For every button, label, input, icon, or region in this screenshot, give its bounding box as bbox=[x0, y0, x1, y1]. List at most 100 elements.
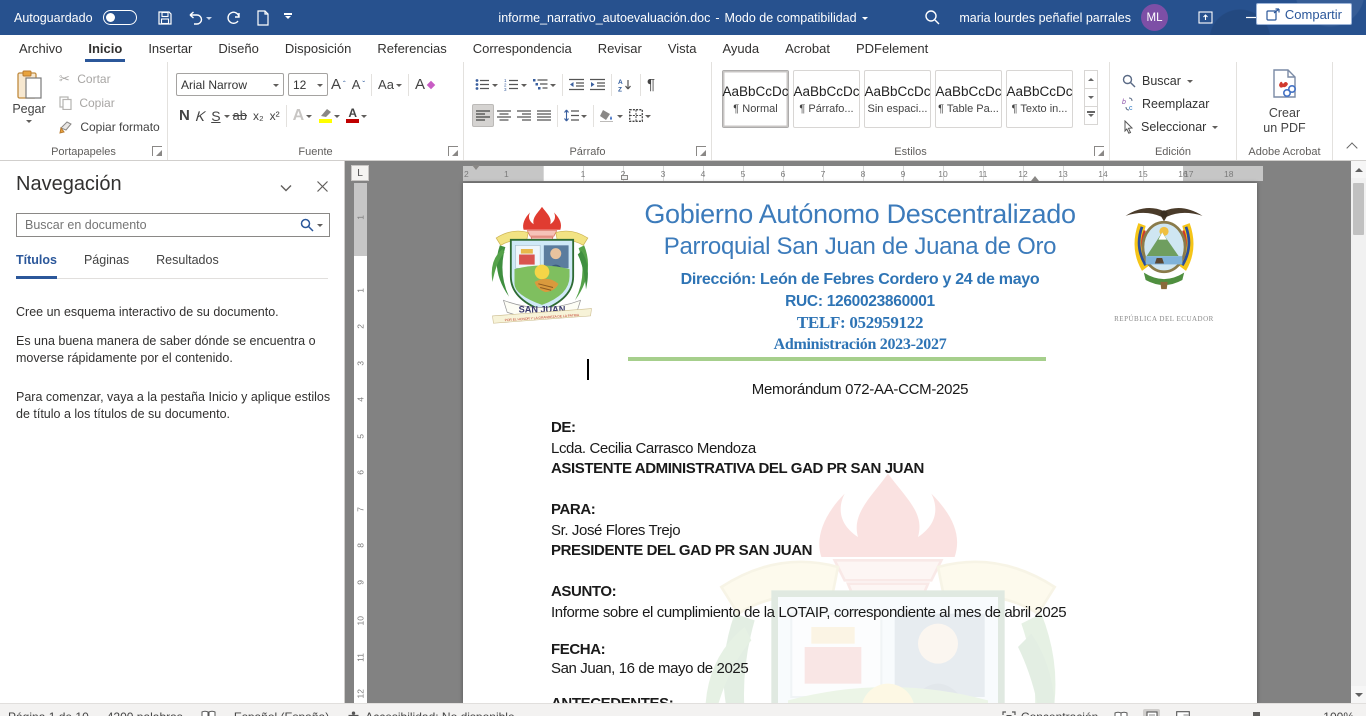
horizontal-ruler[interactable]: 21 12345678910111213141516 1718 bbox=[463, 166, 1263, 181]
print-layout-button[interactable] bbox=[1143, 709, 1160, 716]
style-card[interactable]: AaBbCcDc ¶ Texto in... bbox=[1006, 70, 1073, 128]
style-card[interactable]: AaBbCcDc Sin espaci... bbox=[864, 70, 931, 128]
ribbon-tab[interactable]: Vista bbox=[655, 35, 710, 62]
paragraph-dialog-launcher[interactable] bbox=[696, 146, 706, 156]
style-card[interactable]: AaBbCcDc ¶ Table Pa... bbox=[935, 70, 1002, 128]
save-button[interactable] bbox=[157, 10, 173, 26]
create-pdf-button[interactable]: Crear un PDF bbox=[1237, 69, 1332, 136]
sort-button[interactable]: AZ bbox=[615, 73, 637, 96]
increase-indent-button[interactable] bbox=[587, 73, 608, 96]
ribbon-tab[interactable]: Disposición bbox=[272, 35, 364, 62]
navigation-options-button[interactable] bbox=[280, 179, 292, 197]
ribbon-tab[interactable]: Inicio bbox=[75, 35, 135, 62]
borders-button[interactable] bbox=[626, 104, 654, 127]
align-right-button[interactable] bbox=[514, 104, 534, 127]
zoom-slider-thumb[interactable] bbox=[1253, 712, 1260, 716]
paste-button[interactable]: Pegar bbox=[8, 70, 50, 140]
shrink-font-button[interactable]: Aˇ bbox=[349, 73, 368, 96]
styles-dialog-launcher[interactable] bbox=[1094, 146, 1104, 156]
vertical-ruler[interactable]: 1 123456789101112 bbox=[354, 183, 367, 703]
replace-button[interactable]: bc Reemplazar bbox=[1122, 94, 1209, 114]
search-input[interactable] bbox=[17, 218, 300, 232]
undo-dropdown-icon[interactable] bbox=[206, 17, 212, 23]
ribbon-tab[interactable]: Diseño bbox=[205, 35, 271, 62]
tab-stop-marker[interactable] bbox=[621, 175, 628, 180]
paste-dropdown-icon[interactable] bbox=[26, 120, 32, 126]
ribbon-tab[interactable]: Acrobat bbox=[772, 35, 843, 62]
style-card[interactable]: AaBbCcDc ¶ Párrafo... bbox=[793, 70, 860, 128]
select-button[interactable]: Seleccionar bbox=[1122, 117, 1218, 137]
styles-scroll-down-button[interactable] bbox=[1084, 88, 1098, 107]
language-indicator[interactable]: Español (España) bbox=[234, 710, 329, 716]
font-color-button[interactable]: A bbox=[343, 104, 370, 127]
multilevel-list-button[interactable] bbox=[530, 73, 559, 96]
ribbon-tab[interactable]: Insertar bbox=[135, 35, 205, 62]
avatar[interactable]: ML bbox=[1141, 4, 1168, 31]
share-button[interactable]: Compartir bbox=[1256, 3, 1352, 25]
collapse-ribbon-button[interactable] bbox=[1346, 142, 1357, 153]
zoom-slider[interactable] bbox=[1205, 709, 1309, 716]
styles-gallery-more-button[interactable] bbox=[1084, 106, 1098, 125]
navigation-close-button[interactable] bbox=[317, 179, 328, 197]
nav-search-icon[interactable] bbox=[300, 218, 314, 232]
accessibility-indicator[interactable]: Accesibilidad: No disponible bbox=[347, 710, 514, 716]
copy-button[interactable]: Copiar bbox=[56, 93, 163, 113]
font-dialog-launcher[interactable] bbox=[448, 146, 458, 156]
word-count[interactable]: 4200 palabras bbox=[107, 710, 183, 716]
align-left-button[interactable] bbox=[472, 104, 494, 127]
tab-stop-selector[interactable]: L bbox=[351, 165, 369, 181]
customize-quick-access-button[interactable] bbox=[284, 13, 292, 21]
numbering-button[interactable]: 123 bbox=[501, 73, 530, 96]
clear-formatting-button[interactable]: A bbox=[412, 73, 437, 96]
zoom-level[interactable]: 100% bbox=[1323, 710, 1354, 716]
navigation-tab[interactable]: Resultados bbox=[156, 253, 219, 278]
underline-button[interactable]: S bbox=[208, 104, 223, 127]
bold-button[interactable]: N bbox=[176, 104, 193, 127]
touch-mode-button[interactable] bbox=[256, 10, 270, 26]
first-line-indent-marker[interactable] bbox=[472, 165, 480, 174]
navigation-tab[interactable]: Páginas bbox=[84, 253, 129, 278]
superscript-button[interactable]: x² bbox=[267, 104, 283, 127]
autosave-toggle[interactable] bbox=[103, 10, 137, 25]
ribbon-tab[interactable]: Ayuda bbox=[709, 35, 772, 62]
format-painter-button[interactable]: Copiar formato bbox=[56, 117, 163, 137]
text-effects-button[interactable]: A bbox=[290, 104, 316, 127]
bullets-button[interactable] bbox=[472, 73, 501, 96]
find-button[interactable]: Buscar bbox=[1122, 71, 1193, 91]
subscript-button[interactable]: x₂ bbox=[250, 104, 267, 127]
highlight-button[interactable] bbox=[315, 104, 343, 127]
decrease-indent-button[interactable] bbox=[566, 73, 587, 96]
clipboard-dialog-launcher[interactable] bbox=[152, 146, 162, 156]
navigation-tab[interactable]: Títulos bbox=[16, 253, 57, 278]
strikethrough-button[interactable]: ab bbox=[230, 104, 250, 127]
ribbon-tab[interactable]: Revisar bbox=[585, 35, 655, 62]
shading-button[interactable] bbox=[597, 104, 626, 127]
ribbon-tab[interactable]: PDFelement bbox=[843, 35, 941, 62]
style-card[interactable]: AaBbCcDc ¶ Normal bbox=[722, 70, 789, 128]
grow-font-button[interactable]: Aˆ bbox=[328, 73, 349, 96]
page-indicator[interactable]: Página 1 de 10 bbox=[8, 710, 89, 716]
ribbon-tab[interactable]: Archivo bbox=[6, 35, 75, 62]
underline-dropdown-icon[interactable] bbox=[224, 115, 230, 121]
navigation-search-box[interactable] bbox=[16, 213, 330, 237]
focus-mode-button[interactable]: Concentración bbox=[1002, 710, 1098, 716]
scroll-down-button[interactable] bbox=[1351, 686, 1366, 703]
vertical-scrollbar[interactable] bbox=[1351, 161, 1366, 703]
ribbon-tab[interactable]: Referencias bbox=[364, 35, 459, 62]
font-size-combo[interactable]: 12 bbox=[288, 73, 328, 96]
italic-button[interactable]: K bbox=[192, 104, 210, 127]
styles-scroll-up-button[interactable] bbox=[1084, 70, 1098, 89]
cut-button[interactable]: ✂ Cortar bbox=[56, 69, 163, 89]
align-center-button[interactable] bbox=[494, 104, 514, 127]
ribbon-display-options-button[interactable] bbox=[1182, 0, 1228, 35]
user-name[interactable]: maria lourdes peñafiel parrales bbox=[959, 11, 1131, 25]
title-dropdown-icon[interactable] bbox=[862, 17, 868, 23]
justify-button[interactable] bbox=[534, 104, 554, 127]
search-icon[interactable] bbox=[924, 9, 941, 31]
ribbon-tab[interactable]: Correspondencia bbox=[460, 35, 585, 62]
change-case-button[interactable]: Aa bbox=[375, 73, 405, 96]
show-marks-button[interactable]: ¶ bbox=[644, 73, 658, 96]
scrollbar-thumb[interactable] bbox=[1353, 183, 1364, 235]
document-page[interactable]: REPÚBLICA DEL ECUADOR Gobierno Autónomo … bbox=[463, 183, 1257, 703]
line-spacing-button[interactable] bbox=[561, 104, 590, 127]
